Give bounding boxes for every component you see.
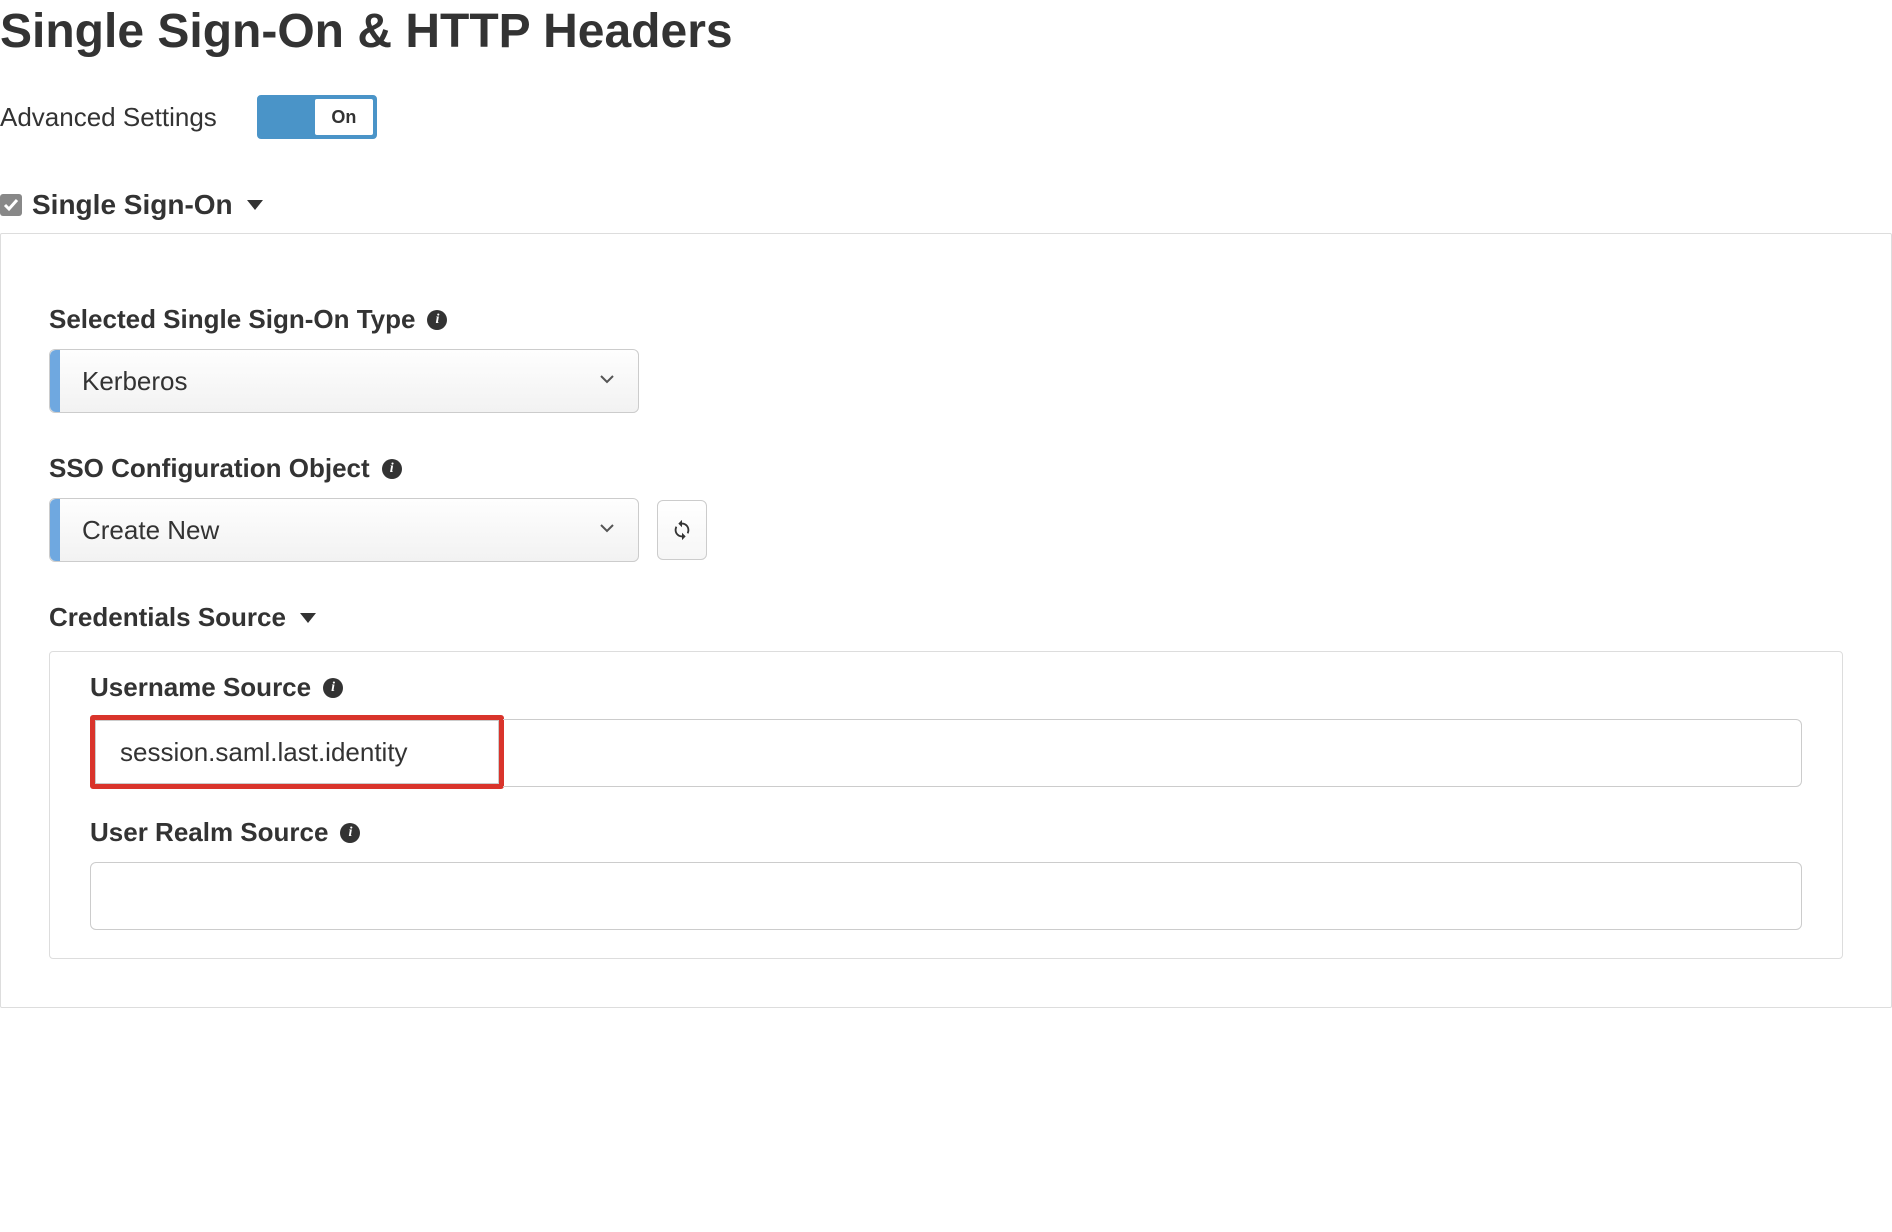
sso-config-value: Create New xyxy=(60,515,576,546)
chevron-down-icon xyxy=(576,519,638,542)
info-icon[interactable]: i xyxy=(382,459,402,479)
advanced-settings-label: Advanced Settings xyxy=(0,102,217,133)
sso-type-value: Kerberos xyxy=(60,366,576,397)
username-source-label: Username Source xyxy=(90,672,311,703)
caret-down-icon xyxy=(247,200,263,210)
username-source-input[interactable] xyxy=(95,720,499,784)
page-title: Single Sign-On & HTTP Headers xyxy=(0,4,1892,59)
toggle-state-label: On xyxy=(315,99,373,135)
caret-down-icon xyxy=(300,613,316,623)
username-highlight xyxy=(90,715,504,789)
credentials-source-header[interactable]: Credentials Source xyxy=(49,602,1843,633)
info-icon[interactable]: i xyxy=(323,678,343,698)
user-realm-label: User Realm Source xyxy=(90,817,328,848)
sso-section-header[interactable]: Single Sign-On xyxy=(0,189,1892,221)
sso-config-select[interactable]: Create New xyxy=(49,498,639,562)
sso-panel: Selected Single Sign-On Type i Kerberos … xyxy=(0,233,1892,1008)
info-icon[interactable]: i xyxy=(340,823,360,843)
chevron-down-icon xyxy=(576,370,638,393)
advanced-settings-row: Advanced Settings On xyxy=(0,95,1892,139)
sso-checkbox[interactable] xyxy=(0,194,22,216)
sso-type-field: Selected Single Sign-On Type i Kerberos xyxy=(49,304,1843,413)
input-border-extension xyxy=(503,719,1802,787)
sso-config-label: SSO Configuration Object xyxy=(49,453,370,484)
username-source-field: Username Source i xyxy=(90,672,1802,789)
sso-type-select[interactable]: Kerberos xyxy=(49,349,639,413)
credentials-source-title: Credentials Source xyxy=(49,602,286,633)
user-realm-field: User Realm Source i xyxy=(90,817,1802,930)
sso-config-field: SSO Configuration Object i Create New xyxy=(49,453,1843,562)
refresh-button[interactable] xyxy=(657,500,707,560)
advanced-settings-toggle[interactable]: On xyxy=(257,95,377,139)
sso-type-label: Selected Single Sign-On Type xyxy=(49,304,415,335)
info-icon[interactable]: i xyxy=(427,310,447,330)
user-realm-input[interactable] xyxy=(90,862,1802,930)
credentials-source-section: Credentials Source Username Source i U xyxy=(49,602,1843,959)
refresh-icon xyxy=(671,519,693,541)
sso-section-title: Single Sign-On xyxy=(32,189,233,221)
credentials-panel: Username Source i User Realm Source i xyxy=(49,651,1843,959)
